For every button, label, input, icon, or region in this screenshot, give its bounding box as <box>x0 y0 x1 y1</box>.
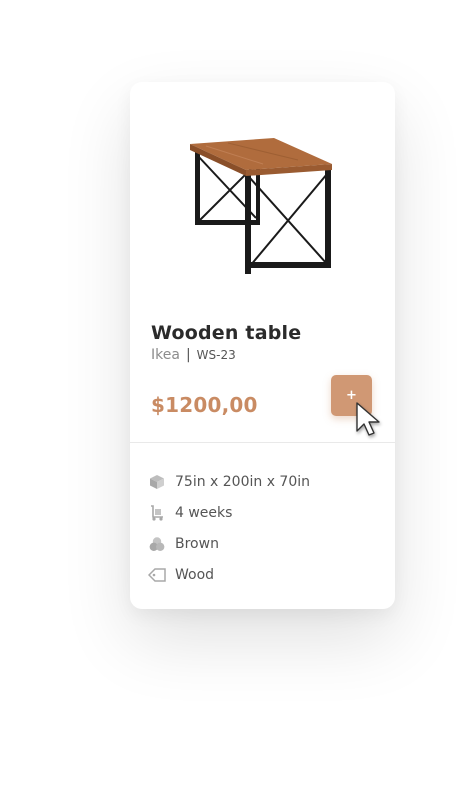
product-title: Wooden table <box>151 322 302 344</box>
add-to-cart-button[interactable]: + <box>331 375 372 416</box>
spec-text: Wood <box>175 566 215 583</box>
divider <box>130 442 395 443</box>
wooden-table-image <box>190 138 332 274</box>
spec-text: 75in x 200in x 70in <box>175 473 311 490</box>
meta-separator: | <box>185 347 191 363</box>
delivery-cart-icon <box>148 504 166 522</box>
spec-item-color: Brown <box>148 528 310 559</box>
spec-item-material: Wood <box>148 559 310 590</box>
spec-list: 75in x 200in x 70in 4 weeks Brown Wood <box>148 466 310 590</box>
spec-text: Brown <box>175 535 219 552</box>
brand-label: Ikea <box>151 347 180 363</box>
page: Wooden table Ikea | WS-23 $1200,00 + 75in … <box>0 0 474 791</box>
product-card[interactable]: Wooden table Ikea | WS-23 $1200,00 + 75in … <box>130 82 395 609</box>
product-price: $1200,00 <box>151 393 258 417</box>
sku-label: WS-23 <box>196 348 236 362</box>
spec-text: 4 weeks <box>175 504 233 521</box>
product-meta: Ikea | WS-23 <box>151 347 236 363</box>
spec-item-delivery: 4 weeks <box>148 497 310 528</box>
material-tag-icon <box>148 566 166 584</box>
box-icon <box>148 473 166 491</box>
color-swatch-icon <box>148 535 166 553</box>
spec-item-dimensions: 75in x 200in x 70in <box>148 466 310 497</box>
